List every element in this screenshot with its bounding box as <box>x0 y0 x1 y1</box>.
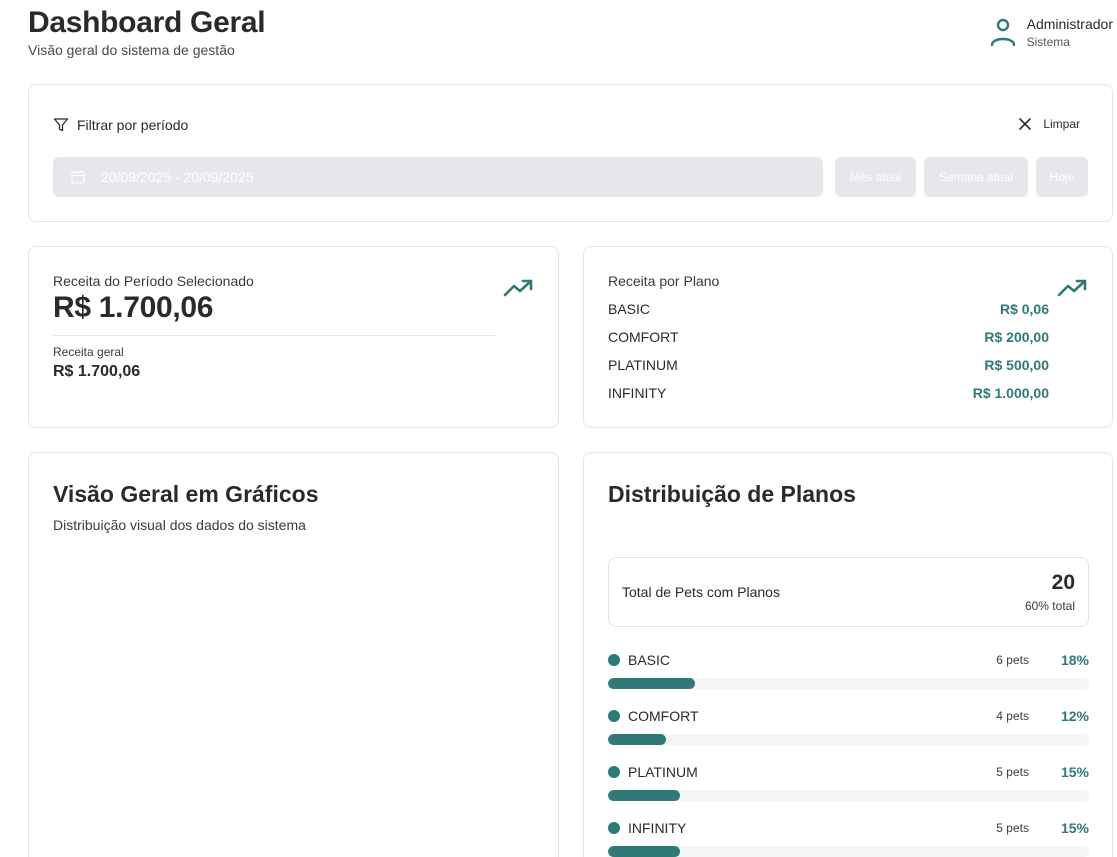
total-pets-box: Total de Pets com Planos 20 60% total <box>608 557 1089 627</box>
revenue-value: R$ 1.700,06 <box>53 291 214 324</box>
today-button[interactable]: Hoje <box>1036 157 1088 197</box>
progress-fill <box>608 846 681 857</box>
charts-overview-card: Visão Geral em Gráficos Distribuição vis… <box>28 452 559 857</box>
distribution-item: BASIC 6 pets 18% <box>608 647 1089 689</box>
distribution-title: Distribuição de Planos <box>608 481 856 507</box>
total-pets-percent: 60% total <box>1024 599 1075 613</box>
plan-name: PLATINUM <box>608 357 678 373</box>
plan-pet-count: 5 pets <box>996 765 1029 779</box>
revenue-card: Receita do Período Selecionado R$ 1.700,… <box>28 246 559 428</box>
plan-dot-icon <box>608 822 620 834</box>
progress-track <box>608 734 1089 745</box>
plan-percent: 18% <box>1060 652 1089 668</box>
user-role: Sistema <box>1026 35 1070 49</box>
revenue-label: Receita do Período Selecionado <box>53 273 254 289</box>
plan-revenue-row: INFINITY R$ 1.000,00 <box>608 385 1049 401</box>
user-info: Administrador Sistema <box>1027 16 1113 49</box>
user-menu[interactable]: Administrador Sistema <box>989 16 1113 50</box>
page-subtitle: Visão geral do sistema de gestão <box>28 42 235 58</box>
plan-name: BASIC <box>628 652 671 668</box>
plan-amount: R$ 1.000,00 <box>972 385 1049 401</box>
plan-pet-count: 6 pets <box>996 653 1029 667</box>
charts-title: Visão Geral em Gráficos <box>53 481 319 507</box>
distribution-item: INFINITY 5 pets 15% <box>608 815 1089 857</box>
plan-name: COMFORT <box>628 708 699 724</box>
current-month-button[interactable]: Mês atual <box>835 157 916 197</box>
progress-track <box>608 678 1089 689</box>
total-pets-value: 20 <box>1051 571 1075 594</box>
plan-amount: R$ 200,00 <box>984 329 1049 345</box>
plan-name: BASIC <box>608 301 651 317</box>
filter-title-label: Filtrar por período <box>77 117 189 133</box>
plan-revenue-row: BASIC R$ 0,06 <box>608 301 1049 317</box>
revenue-by-plan-card: Receita por Plano BASIC R$ 0,06 COMFORT … <box>583 246 1113 428</box>
plan-name: PLATINUM <box>628 764 698 780</box>
current-week-button[interactable]: Semana atual <box>924 157 1028 197</box>
plan-name: COMFORT <box>608 329 679 345</box>
plan-revenue-row: PLATINUM R$ 500,00 <box>608 357 1049 373</box>
clear-filter-label: Limpar <box>1043 117 1080 131</box>
progress-fill <box>608 734 666 745</box>
divider <box>53 335 495 336</box>
filter-card: Filtrar por período Limpar 20/09/2025 - … <box>28 84 1113 222</box>
plan-percent: 15% <box>1060 820 1089 836</box>
plan-amount: R$ 500,00 <box>984 357 1049 373</box>
date-range-input[interactable]: 20/09/2025 - 20/09/2025 <box>53 157 823 197</box>
plan-distribution-card: Distribuição de Planos Total de Pets com… <box>583 452 1113 857</box>
plan-pet-count: 4 pets <box>996 709 1029 723</box>
plan-dot-icon <box>608 766 620 778</box>
distribution-item: PLATINUM 5 pets 15% <box>608 759 1089 801</box>
clear-filter-button[interactable]: Limpar <box>1019 117 1080 131</box>
trending-up-icon <box>503 279 533 297</box>
plan-amount: R$ 0,06 <box>999 301 1049 317</box>
charts-subtitle: Distribuição visual dos dados do sistema <box>53 517 306 533</box>
progress-track <box>608 790 1089 801</box>
plan-revenue-row: COMFORT R$ 200,00 <box>608 329 1049 345</box>
total-pets-label: Total de Pets com Planos <box>622 584 780 600</box>
plan-dot-icon <box>608 710 620 722</box>
progress-fill <box>608 790 681 801</box>
total-revenue-label: Receita geral <box>53 345 124 359</box>
plan-dot-icon <box>608 654 620 666</box>
total-revenue-value: R$ 1.700,06 <box>53 363 141 380</box>
user-icon <box>990 18 1015 47</box>
plan-pet-count: 5 pets <box>996 821 1029 835</box>
progress-track <box>608 846 1089 857</box>
revenue-by-plan-title: Receita por Plano <box>608 273 720 289</box>
filter-title: Filtrar por período <box>53 117 188 133</box>
distribution-item: COMFORT 4 pets 12% <box>608 703 1089 745</box>
plan-percent: 15% <box>1060 764 1089 780</box>
trending-up-icon <box>1057 279 1087 297</box>
page-header: Dashboard Geral Visão geral do sistema d… <box>28 6 1117 66</box>
plan-name: INFINITY <box>628 820 687 836</box>
calendar-icon <box>71 170 85 184</box>
plan-percent: 12% <box>1060 708 1089 724</box>
plan-name: INFINITY <box>608 385 667 401</box>
page-title: Dashboard Geral <box>28 6 266 39</box>
filter-icon <box>53 118 69 132</box>
close-icon <box>1019 118 1032 130</box>
progress-fill <box>608 678 695 689</box>
date-range-value: 20/09/2025 - 20/09/2025 <box>101 169 254 185</box>
user-name: Administrador <box>1026 16 1113 32</box>
